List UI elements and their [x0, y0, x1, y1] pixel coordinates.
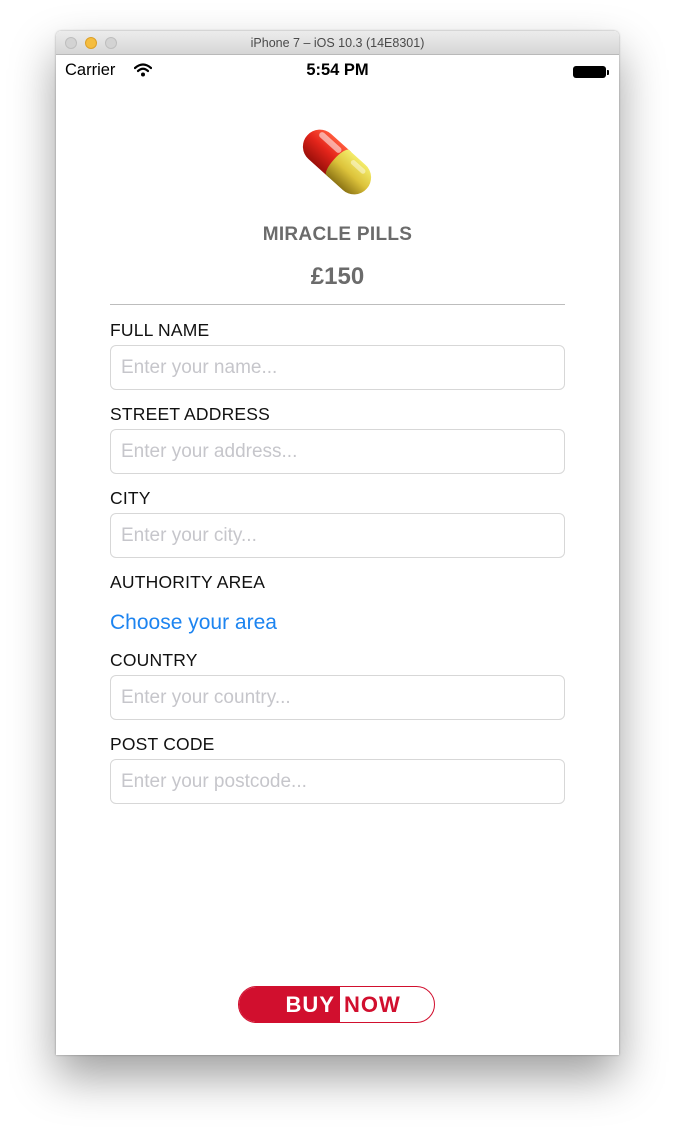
country-label: COUNTRY [110, 650, 198, 670]
authority-area-label: AUTHORITY AREA [110, 572, 266, 592]
divider [110, 304, 565, 305]
street-address-input[interactable] [110, 429, 565, 474]
buy-now-button[interactable]: BUY NOW [238, 986, 435, 1023]
status-bar: Carrier 5:54 PM [56, 55, 619, 85]
post-code-input[interactable] [110, 759, 565, 804]
battery-icon [573, 66, 609, 78]
product-price: £150 [310, 263, 365, 290]
product-title: MIRACLE PILLS [262, 224, 413, 245]
full-name-label: FULL NAME [110, 320, 210, 340]
title-bar: iPhone 7 – iOS 10.3 (14E8301) [56, 31, 619, 55]
buy-now-button-right-label: NOW [344, 991, 401, 1017]
country-input[interactable] [110, 675, 565, 720]
choose-area-link[interactable]: Choose your area [110, 611, 277, 635]
street-address-label: STREET ADDRESS [110, 404, 271, 424]
city-label: CITY [110, 488, 151, 508]
buy-now-button-left-label: BUY [239, 987, 340, 1022]
full-name-input[interactable] [110, 345, 565, 390]
clock: 5:54 PM [306, 61, 369, 79]
post-code-label: POST CODE [110, 734, 215, 754]
simulator-window: iPhone 7 – iOS 10.3 (14E8301) Carrier 5:… [56, 31, 619, 1055]
window-title: iPhone 7 – iOS 10.3 (14E8301) [250, 36, 425, 50]
pill-icon [292, 117, 382, 207]
city-input[interactable] [110, 513, 565, 558]
